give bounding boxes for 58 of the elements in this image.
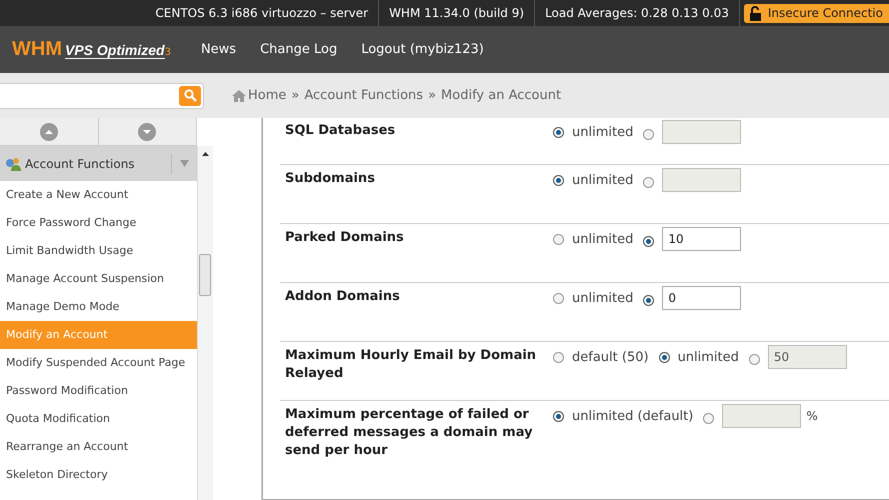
search-icon <box>184 89 196 102</box>
field-label: Addon Domains <box>285 288 401 306</box>
radio-button[interactable] <box>553 411 564 422</box>
logo-version: 3 <box>164 47 171 58</box>
scrollbar-thumb[interactable] <box>199 254 211 296</box>
radio-button[interactable] <box>553 352 564 363</box>
radio-label: unlimited <box>572 291 634 306</box>
breadcrumb-link[interactable]: Home <box>248 88 286 103</box>
sidebar-item[interactable]: Create a New Account <box>0 181 197 209</box>
field-label: SQL Databases <box>285 122 396 140</box>
radio-button[interactable] <box>553 127 564 138</box>
field-label: Parked Domains <box>285 229 405 247</box>
number-input-field[interactable]: 0 <box>662 286 742 310</box>
sidebar-item[interactable]: Rearrange an Account <box>0 433 197 461</box>
radio-button[interactable] <box>643 236 654 247</box>
sidebar-group-header[interactable]: Account Functions <box>0 146 197 181</box>
nav-link[interactable]: News <box>200 42 236 57</box>
radio-label: unlimited (default) <box>572 409 694 424</box>
scroll-up-button[interactable] <box>40 122 58 140</box>
unlocked-padlock-icon <box>750 6 763 20</box>
breadcrumb-separator: » <box>428 88 436 103</box>
radio-label: unlimited <box>572 173 634 188</box>
users-gear-icon <box>5 156 21 170</box>
dropdown-caret-icon <box>180 160 189 167</box>
sidebar-item[interactable]: Manage Demo Mode <box>0 293 197 321</box>
radio-button[interactable] <box>553 175 564 186</box>
sidebar-item[interactable]: Manage Account Suspension <box>0 265 197 293</box>
radio-label: unlimited <box>572 232 634 247</box>
radio-button[interactable] <box>553 234 564 245</box>
unit-label: % <box>806 408 818 422</box>
field-label: Subdomains <box>285 170 376 188</box>
sidebar-item[interactable]: Password Modification <box>0 377 197 405</box>
sidebar-item[interactable]: Limit Bandwidth Usage <box>0 237 197 265</box>
sidebar-item[interactable]: Quota Modification <box>0 405 197 433</box>
logo-tagline: VPS Optimized <box>64 42 165 59</box>
sidebar-item[interactable]: Force Password Change <box>0 209 197 237</box>
field-label: Maximum percentage of failed or deferred messages a domain may send per hour <box>285 406 534 460</box>
nav-link[interactable]: Logout (mybiz123) <box>361 42 484 57</box>
nav-link[interactable]: Change Log <box>260 42 338 57</box>
radio-button[interactable] <box>553 293 564 304</box>
radio-button[interactable] <box>658 352 670 363</box>
logo-text: WHM <box>12 38 62 61</box>
home-icon <box>232 90 246 102</box>
search-field[interactable] <box>0 82 204 108</box>
scroll-up-arrow-icon[interactable] <box>202 152 209 156</box>
number-input-field[interactable]: 10 <box>662 227 742 251</box>
breadcrumb-separator: » <box>291 88 300 103</box>
security-badge[interactable]: Insecure Connectio <box>744 4 889 22</box>
breadcrumb-link[interactable]: Account Functions <box>304 88 424 103</box>
radio-label: default (50) <box>572 350 649 365</box>
radio-button[interactable] <box>643 295 654 306</box>
sidebar-item[interactable]: Modify Suspended Account Page <box>0 349 197 377</box>
field-label: Maximum Hourly Email by Domain Relayed <box>285 347 538 383</box>
sidebar-item[interactable]: Skeleton Directory <box>0 461 197 489</box>
scroll-down-button[interactable] <box>138 122 156 140</box>
radio-label: unlimited <box>678 350 739 365</box>
radio-label: unlimited <box>572 125 634 140</box>
breadcrumb-current: Modify an Account <box>441 88 562 103</box>
